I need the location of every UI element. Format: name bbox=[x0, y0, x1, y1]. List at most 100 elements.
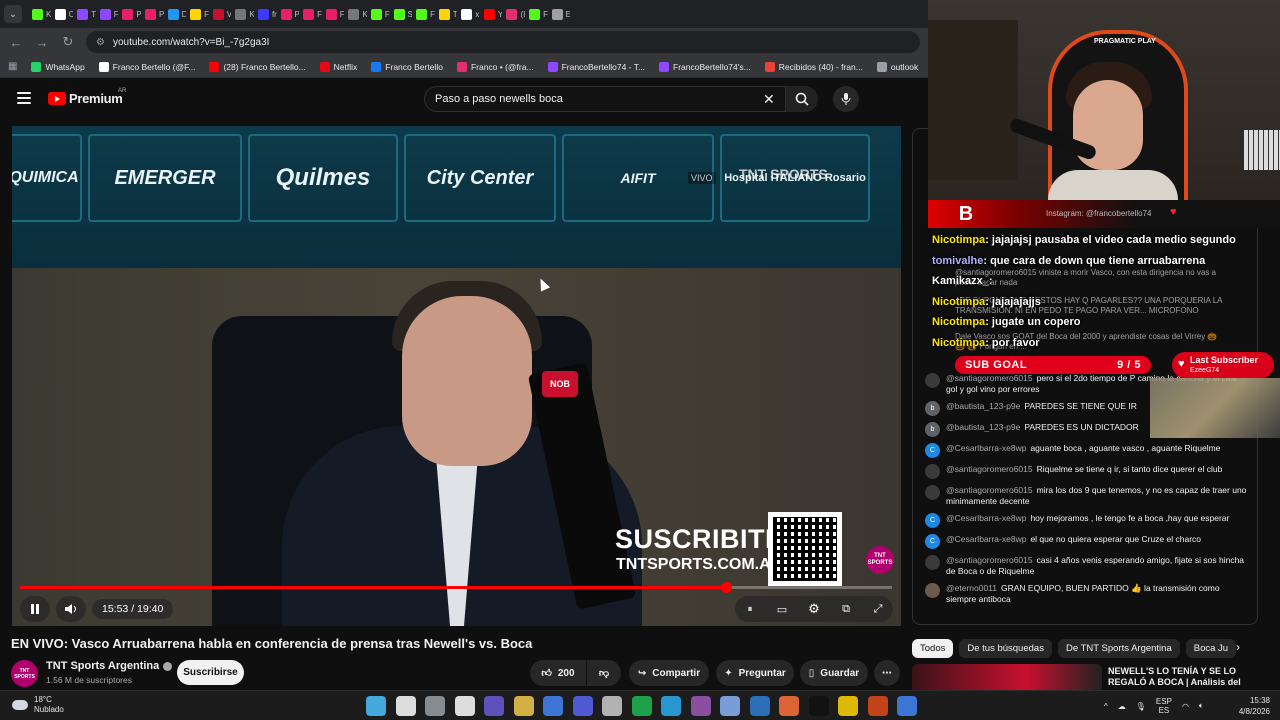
taskbar-app-icon[interactable] bbox=[543, 696, 563, 716]
recommended-thumbnail[interactable] bbox=[912, 664, 1102, 690]
browser-tab[interactable]: K bbox=[28, 2, 51, 26]
back-icon[interactable]: ← bbox=[8, 35, 24, 50]
autoplay-toggle[interactable]: ⏸ bbox=[735, 596, 765, 622]
forward-icon[interactable]: → bbox=[34, 35, 50, 50]
filter-chip[interactable]: De tus búsquedas bbox=[959, 638, 1052, 658]
tab-search-icon[interactable]: ⌄ bbox=[4, 5, 22, 23]
browser-tab[interactable]: P bbox=[118, 2, 141, 26]
bookmark-item[interactable]: Recibidos (40) - fran... bbox=[764, 61, 863, 72]
dislike-button[interactable]: 👎︎ bbox=[587, 660, 621, 686]
taskbar-app-icon[interactable] bbox=[838, 696, 858, 716]
clear-search-icon[interactable]: ✕ bbox=[763, 91, 775, 108]
taskbar-app-icon[interactable] bbox=[572, 696, 593, 716]
taskbar-app-icon[interactable] bbox=[631, 696, 652, 716]
browser-tab[interactable]: fr bbox=[254, 2, 277, 26]
reload-icon[interactable]: ↻ bbox=[60, 34, 76, 50]
taskbar-app-icon[interactable] bbox=[661, 696, 681, 716]
browser-tab[interactable]: P bbox=[141, 2, 164, 26]
apps-grid-icon[interactable]: ▦ bbox=[8, 61, 17, 72]
browser-tab[interactable]: Fi bbox=[186, 2, 209, 26]
menu-icon[interactable] bbox=[17, 92, 31, 104]
browser-tab[interactable]: Fi bbox=[525, 2, 548, 26]
browser-tab[interactable]: Fi bbox=[299, 2, 322, 26]
weather-widget[interactable]: 18°C Nublado bbox=[12, 695, 64, 715]
chat-author[interactable]: @santiagoromero6015 bbox=[946, 485, 1033, 495]
bookmark-item[interactable]: FrancoBertello74 - T... bbox=[547, 61, 645, 72]
recommended-video[interactable]: NEWELL'S LO TENÍA Y SE LO REGALÓ A BOCA … bbox=[912, 664, 1258, 690]
chevron-up-icon[interactable]: ^ bbox=[1104, 702, 1108, 711]
microphone-tray-icon[interactable]: 🎙︎ bbox=[1136, 702, 1146, 711]
chat-author[interactable]: @santiagoromero6015 bbox=[946, 464, 1033, 474]
site-info-icon[interactable]: ⚙ bbox=[96, 37, 105, 48]
chat-author[interactable]: @bautista_123-p9e bbox=[946, 422, 1020, 432]
video-player[interactable]: QUIMICA EMERGER Quilmes City Center AIFI… bbox=[12, 126, 901, 626]
system-clock[interactable]: 15:38 4/8/2026 bbox=[1218, 695, 1270, 717]
browser-tab[interactable]: Fi bbox=[412, 2, 435, 26]
browser-tab[interactable]: Fi bbox=[322, 2, 344, 26]
browser-tab[interactable]: V bbox=[209, 2, 231, 26]
taskbar-app-icon[interactable] bbox=[513, 696, 534, 716]
url-field[interactable]: ⚙ youtube.com/watch?v=Bi_-7g2ga3I bbox=[86, 31, 920, 53]
progress-bar[interactable] bbox=[20, 582, 892, 593]
network-icon[interactable]: ☁ bbox=[1118, 702, 1126, 711]
ask-button[interactable]: ✦ Preguntar bbox=[716, 660, 794, 686]
bookmark-item[interactable]: Franco • (@fra... bbox=[456, 61, 534, 72]
bookmark-item[interactable]: Franco Bertello bbox=[371, 61, 443, 72]
chat-avatar[interactable]: C bbox=[925, 513, 940, 528]
miniplayer-icon[interactable]: ⧉ bbox=[831, 596, 861, 622]
filter-chip[interactable]: Todos bbox=[912, 638, 954, 658]
voice-search-button[interactable] bbox=[833, 86, 859, 112]
save-button[interactable]: ▯ Guardar bbox=[800, 660, 868, 686]
subtitles-icon[interactable]: ▭ bbox=[767, 596, 797, 622]
like-button[interactable]: 👍︎ 200 bbox=[530, 660, 586, 686]
filter-chip[interactable]: Boca Ju bbox=[1185, 638, 1237, 658]
browser-tab[interactable]: C bbox=[51, 2, 73, 26]
browser-tab[interactable]: Ti bbox=[73, 2, 96, 26]
browser-tab[interactable]: P bbox=[277, 2, 299, 26]
bookmark-item[interactable]: FrancoBertello74's... bbox=[659, 61, 751, 72]
taskbar-app-icon[interactable] bbox=[690, 696, 711, 716]
chat-author[interactable]: @Cesarlbarra-xe8wp bbox=[946, 513, 1026, 523]
taskbar-app-icon[interactable] bbox=[720, 696, 740, 716]
chat-author[interactable]: @bautista_123-p9e bbox=[946, 401, 1020, 411]
chat-avatar[interactable]: C bbox=[925, 443, 940, 458]
taskbar-app-icon[interactable] bbox=[749, 696, 770, 716]
chat-author[interactable]: @Cesarlbarra-xe8wp bbox=[946, 534, 1026, 544]
taskbar-app-icon[interactable] bbox=[602, 696, 622, 716]
settings-gear-icon[interactable]: ⚙ bbox=[799, 596, 829, 622]
chat-author[interactable]: @santiagoromero6015 bbox=[946, 555, 1033, 565]
browser-tab[interactable]: Y bbox=[480, 2, 502, 26]
taskbar-app-icon[interactable] bbox=[395, 696, 416, 716]
browser-tab[interactable]: S bbox=[390, 2, 412, 26]
fullscreen-icon[interactable]: ⤢ bbox=[863, 596, 893, 622]
speaker-icon[interactable]: 🔈︎ bbox=[1199, 701, 1204, 711]
taskbar-app-icon[interactable] bbox=[425, 696, 445, 716]
browser-tab[interactable]: Fi bbox=[96, 2, 118, 26]
wifi-icon[interactable]: ◠ bbox=[1182, 702, 1189, 711]
channel-avatar[interactable]: TNT SPORTS bbox=[11, 660, 38, 687]
chat-avatar[interactable]: b bbox=[925, 422, 940, 437]
share-button[interactable]: ↪ Compartir bbox=[629, 660, 709, 686]
bookmark-item[interactable]: outlook bbox=[876, 61, 918, 72]
filter-chip[interactable]: De TNT Sports Argentina bbox=[1057, 638, 1180, 658]
browser-tab[interactable]: K bbox=[231, 2, 254, 26]
search-button[interactable] bbox=[786, 86, 818, 112]
taskbar-app-icon[interactable] bbox=[897, 696, 917, 716]
chat-avatar[interactable] bbox=[925, 373, 940, 388]
chat-avatar[interactable]: b bbox=[925, 401, 940, 416]
taskbar-app-icon[interactable] bbox=[454, 696, 475, 716]
search-input[interactable]: Paso a paso newells boca bbox=[424, 86, 786, 112]
browser-tab[interactable]: D bbox=[164, 2, 186, 26]
bookmark-item[interactable]: Franco Bertello (@F... bbox=[98, 61, 195, 72]
recommended-title[interactable]: NEWELL'S LO TENÍA Y SE LO REGALÓ A BOCA … bbox=[1108, 666, 1258, 688]
pause-button[interactable] bbox=[20, 596, 50, 622]
language-indicator[interactable]: ESP ES bbox=[1156, 697, 1172, 715]
bookmark-item[interactable]: (28) Franco Bertello... bbox=[209, 61, 306, 72]
more-actions-button[interactable]: ⋯ bbox=[874, 660, 900, 686]
youtube-logo[interactable]: Premium bbox=[48, 91, 123, 106]
bookmark-item[interactable]: Netflix bbox=[319, 61, 357, 72]
chat-avatar[interactable] bbox=[925, 555, 940, 570]
chat-avatar[interactable] bbox=[925, 485, 940, 500]
chat-author[interactable]: @eterno0011 bbox=[946, 583, 997, 593]
taskbar-app-icon[interactable] bbox=[779, 696, 799, 716]
